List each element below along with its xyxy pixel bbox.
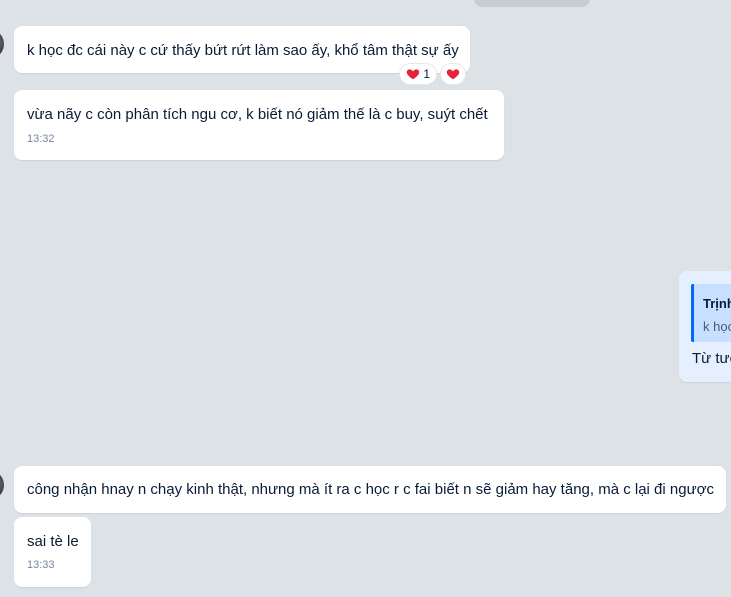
heart-icon	[446, 69, 460, 80]
quote-sender-name: Trịnh	[703, 296, 731, 311]
message-bubble[interactable]: công nhận hnay n chạy kinh thật, nhưng m…	[14, 466, 726, 513]
date-separator-pill	[474, 0, 590, 7]
heart-icon	[406, 69, 420, 80]
sent-message-text: Từ tươ	[692, 350, 731, 367]
reaction-count: 1	[423, 67, 430, 81]
quote-text: k học	[703, 319, 731, 334]
message-bubble[interactable]: k học đc cái này c cứ thấy bứt rứt làm s…	[14, 26, 470, 73]
message-bubble[interactable]: sai tè le 13:33	[14, 517, 91, 587]
message-text: k học đc cái này c cứ thấy bứt rứt làm s…	[27, 42, 459, 59]
message-text: vừa nãy c còn phân tích ngu cơ, k biết n…	[27, 106, 488, 123]
message-text: công nhận hnay n chạy kinh thật, nhưng m…	[27, 481, 714, 498]
sent-message-bubble[interactable]: Trịnh k học Từ tươ	[679, 271, 731, 382]
sender-avatar[interactable]	[0, 472, 4, 498]
message-text: sai tè le	[27, 533, 79, 550]
message-bubble[interactable]: vừa nãy c còn phân tích ngu cơ, k biết n…	[14, 90, 504, 160]
add-reaction-button[interactable]	[441, 64, 465, 84]
message-timestamp: 13:33	[27, 559, 55, 571]
quoted-reply[interactable]: Trịnh k học	[691, 284, 731, 342]
sender-avatar[interactable]	[0, 31, 4, 57]
message-timestamp: 13:32	[27, 133, 55, 145]
reaction-count-badge[interactable]: 1	[400, 64, 436, 84]
